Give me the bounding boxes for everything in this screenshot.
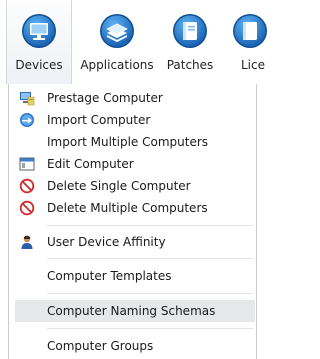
ribbon-button-patches[interactable]: Patches: [162, 0, 218, 84]
window-edit-icon: [19, 157, 35, 171]
menu-item-user-device-affinity[interactable]: User Device Affinity: [15, 231, 255, 253]
stacked-apps-icon: [100, 14, 134, 48]
menu-item-label: Computer Templates: [47, 269, 172, 283]
monitor-icon: [22, 14, 56, 48]
import-circle-icon: [20, 113, 34, 127]
menu-separator: [47, 258, 253, 259]
menu-item-edit-computer[interactable]: Edit Computer: [15, 153, 255, 175]
menu-separator: [47, 225, 253, 226]
user-icon: [21, 235, 33, 249]
devices-dropdown-menu: Prestage Computer Import Computer Import…: [8, 84, 257, 359]
menu-item-computer-templates[interactable]: Computer Templates: [15, 265, 255, 287]
menu-item-label: Import Multiple Computers: [47, 135, 209, 149]
ribbon-button-licenses[interactable]: Lice: [224, 0, 284, 84]
menu-separator: [47, 328, 253, 329]
book-icon: [173, 14, 207, 48]
menu-separator: [47, 293, 253, 294]
ribbon-label-patches: Patches: [166, 58, 214, 72]
menu-item-import-computer[interactable]: Import Computer: [15, 109, 255, 131]
ribbon-button-devices[interactable]: Devices: [6, 0, 72, 84]
prestage-computer-icon: [20, 92, 35, 106]
no-entry-icon: [19, 200, 35, 216]
menu-item-computer-groups[interactable]: Computer Groups: [15, 335, 255, 357]
menu-item-label: Edit Computer: [47, 157, 134, 171]
menu-item-prestage-computer[interactable]: Prestage Computer: [15, 87, 255, 109]
menu-item-computer-naming-schemas[interactable]: Computer Naming Schemas: [15, 300, 255, 322]
ribbon-button-applications[interactable]: Applications: [78, 0, 156, 84]
menu-item-label: Import Computer: [47, 113, 151, 127]
ribbon-label-licenses: Lice: [241, 58, 265, 72]
menu-item-label: Computer Groups: [47, 339, 154, 353]
ribbon-label-applications: Applications: [80, 58, 154, 72]
menu-item-label: Prestage Computer: [47, 91, 163, 105]
ribbon-toolbar: Devices Applications Patches Lice: [0, 0, 267, 84]
menu-item-label: User Device Affinity: [47, 235, 166, 249]
menu-item-import-multiple-computers[interactable]: Import Multiple Computers: [15, 131, 255, 153]
menu-item-delete-single-computer[interactable]: Delete Single Computer: [15, 175, 255, 197]
menu-item-delete-multiple-computers[interactable]: Delete Multiple Computers: [15, 197, 255, 219]
menu-item-label: Delete Single Computer: [47, 179, 191, 193]
no-entry-icon: [19, 178, 35, 194]
ribbon-label-devices: Devices: [15, 58, 63, 72]
license-book-icon: [233, 14, 267, 48]
menu-item-label: Delete Multiple Computers: [47, 201, 208, 215]
menu-item-label: Computer Naming Schemas: [47, 304, 216, 318]
